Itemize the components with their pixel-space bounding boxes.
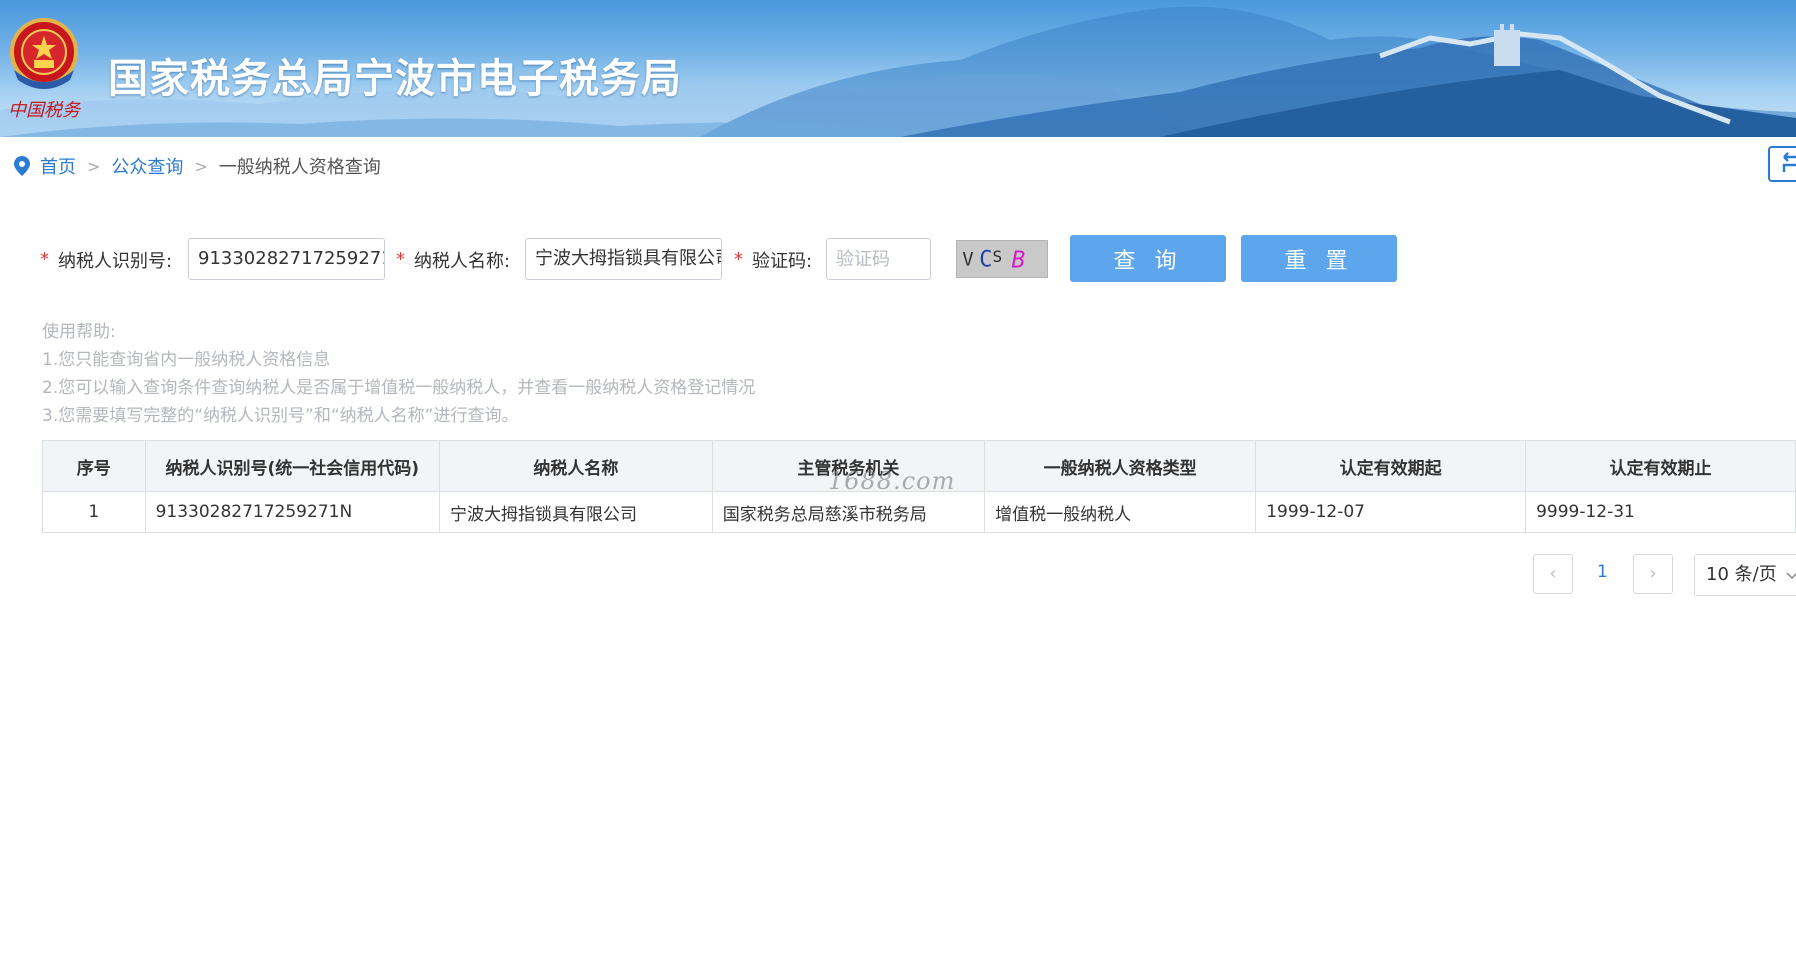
next-page-button[interactable]: › <box>1633 554 1673 594</box>
cell-taxpayer-id: 91330282717259271N <box>144 491 440 533</box>
taxpayer-name-input[interactable]: 宁波大拇指锁具有限公司 <box>525 238 722 280</box>
column-header-index: 序号 <box>42 440 146 492</box>
breadcrumb-current: 一般纳税人资格查询 <box>218 157 381 178</box>
cell-valid-to: 9999-12-31 <box>1525 491 1796 533</box>
return-arrow-icon <box>1782 152 1796 172</box>
svg-text:C: C <box>979 248 992 273</box>
captcha-input[interactable] <box>826 238 931 280</box>
watermark: 1688.com <box>828 467 956 495</box>
column-header-taxpayer-id: 纳税人识别号(统一社会信用代码) <box>144 440 440 492</box>
help-line: 1.您只能查询省内一般纳税人资格信息 <box>42 350 331 370</box>
svg-text:B: B <box>1011 248 1025 274</box>
table-row: 1 91330282717259271N 宁波大拇指锁具有限公司 国家税务总局慈… <box>42 491 1796 533</box>
svg-text:V: V <box>962 249 973 271</box>
chevron-down-icon <box>1786 572 1796 580</box>
tax-emblem-logo: 中国税务 <box>8 18 82 121</box>
current-page-number[interactable]: 1 <box>1597 562 1608 582</box>
prev-page-button[interactable]: ‹ <box>1533 554 1573 594</box>
column-header-valid-to: 认定有效期止 <box>1525 440 1796 492</box>
breadcrumb-separator: > <box>194 156 208 176</box>
help-line: 2.您可以输入查询条件查询纳税人是否属于增值税一般纳税人，并查看一般纳税人资格登… <box>42 378 756 398</box>
required-mark: * <box>396 249 405 270</box>
cell-valid-from: 1999-12-07 <box>1255 491 1527 533</box>
breadcrumb: 首页 > 公众查询 > 一般纳税人资格查询 <box>12 152 381 180</box>
reset-button[interactable]: 重 置 <box>1241 235 1397 282</box>
breadcrumb-public-query-link[interactable]: 公众查询 <box>111 153 183 179</box>
column-header-taxpayer-name: 纳税人名称 <box>438 440 713 492</box>
taxpayer-id-label: 纳税人识别号: <box>58 251 173 272</box>
watchtower <box>1494 30 1520 66</box>
captcha-image[interactable]: V C S B <box>956 240 1048 278</box>
help-line: 3.您需要填写完整的“纳税人识别号”和“纳税人名称”进行查询。 <box>42 406 519 426</box>
taxpayer-id-input[interactable]: 91330282717259271N <box>188 238 385 280</box>
location-pin-icon <box>14 156 30 176</box>
breadcrumb-home-link[interactable]: 首页 <box>40 153 76 179</box>
page-size-value: 10 条/页 <box>1706 564 1777 585</box>
cell-tax-authority: 国家税务总局慈溪市税务局 <box>711 491 986 533</box>
help-title: 使用帮助: <box>42 322 116 342</box>
help-section: 使用帮助: 1.您只能查询省内一般纳税人资格信息 2.您可以输入查询条件查询纳税… <box>42 318 755 430</box>
site-title: 国家税务总局宁波市电子税务局 <box>108 56 682 102</box>
query-form: * 纳税人识别号: 91330282717259271N * 纳税人名称: 宁波… <box>0 235 1796 282</box>
taxpayer-name-label: 纳税人名称: <box>414 251 511 272</box>
query-button[interactable]: 查 询 <box>1070 235 1226 282</box>
emblem-text: 中国税务 <box>8 100 82 121</box>
breadcrumb-separator: > <box>87 156 101 176</box>
cell-qualification-type: 增值税一般纳税人 <box>984 491 1257 533</box>
svg-text:S: S <box>993 247 1003 266</box>
required-mark: * <box>734 249 743 270</box>
back-button[interactable] <box>1768 146 1796 182</box>
column-header-qualification-type: 一般纳税人资格类型 <box>984 440 1257 492</box>
column-header-valid-from: 认定有效期起 <box>1255 440 1527 492</box>
captcha-label: 验证码: <box>752 251 813 272</box>
header-banner: 中国税务 国家税务总局宁波市电子税务局 <box>0 0 1796 137</box>
cell-index: 1 <box>42 491 146 533</box>
cell-taxpayer-name: 宁波大拇指锁具有限公司 <box>438 491 713 533</box>
page-size-select[interactable]: 10 条/页 <box>1694 554 1796 596</box>
required-mark: * <box>40 249 49 270</box>
